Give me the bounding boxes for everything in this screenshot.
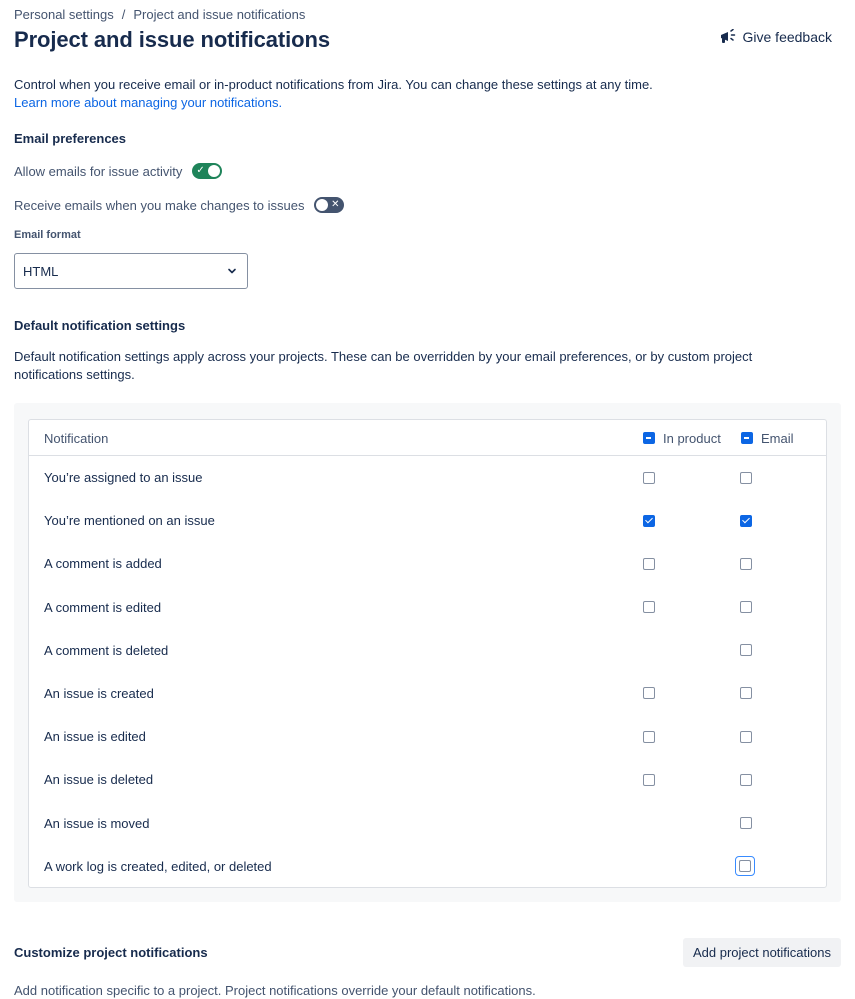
table-row: A work log is created, edited, or delete… bbox=[29, 845, 826, 888]
receive-own-emails-label: Receive emails when you make changes to … bbox=[14, 197, 305, 213]
email-format-select[interactable]: HTML bbox=[14, 253, 248, 289]
table-row: A comment is edited bbox=[29, 586, 826, 629]
in-product-cell bbox=[643, 715, 655, 758]
intro-text: Control when you receive email or in-pro… bbox=[14, 77, 653, 92]
table-row: A comment is added bbox=[29, 542, 826, 585]
notification-label: A comment is added bbox=[44, 556, 162, 572]
email-cell bbox=[740, 802, 752, 845]
email-cell bbox=[740, 629, 752, 672]
notification-label: A comment is deleted bbox=[44, 642, 169, 658]
check-icon: ✓ bbox=[196, 165, 205, 176]
default-notifications-description: Default notification settings apply acro… bbox=[14, 349, 753, 382]
notification-label: You’re assigned to an issue bbox=[44, 470, 203, 485]
email-checkbox[interactable] bbox=[740, 601, 752, 614]
email-cell bbox=[740, 456, 752, 499]
breadcrumb-current[interactable]: Project and issue notifications bbox=[133, 7, 305, 22]
email-cell bbox=[740, 758, 752, 801]
column-email: Email bbox=[741, 420, 794, 456]
notification-label: An issue is created bbox=[44, 685, 154, 701]
email-format-value: HTML bbox=[23, 263, 59, 279]
default-notifications-heading: Default notification settings bbox=[14, 318, 186, 333]
email-cell bbox=[740, 715, 752, 758]
allow-emails-toggle[interactable]: ✓ bbox=[192, 163, 223, 179]
table-row: An issue is deleted bbox=[29, 758, 826, 801]
notification-label: An issue is edited bbox=[44, 729, 146, 745]
page-title: Project and issue notifications bbox=[14, 27, 330, 52]
in-product-checkbox[interactable] bbox=[643, 730, 655, 743]
in-product-cell bbox=[643, 758, 655, 801]
intro: Control when you receive email or in-pro… bbox=[14, 76, 841, 112]
email-checkbox[interactable] bbox=[740, 773, 752, 786]
in-product-checkbox[interactable] bbox=[643, 601, 655, 614]
allow-emails-row: Allow emails for issue activity ✓ bbox=[14, 163, 223, 179]
cross-icon: ✕ bbox=[331, 199, 340, 210]
column-in-product-label: In product bbox=[663, 430, 721, 446]
toggle-knob bbox=[208, 165, 221, 177]
notification-label: An issue is deleted bbox=[44, 772, 154, 788]
receive-own-emails-toggle[interactable]: ✕ bbox=[314, 197, 345, 213]
notification-label: A work log is created, edited, or delete… bbox=[44, 858, 272, 874]
in-product-checkbox[interactable] bbox=[643, 514, 655, 527]
table-body: You’re assigned to an issue You’re mentio… bbox=[29, 456, 826, 888]
in-product-checkbox[interactable] bbox=[643, 687, 655, 700]
email-checkbox[interactable] bbox=[740, 644, 752, 657]
learn-more-link[interactable]: Learn more about managing your notificat… bbox=[14, 94, 841, 112]
focus-ring bbox=[735, 856, 755, 877]
notification-label: A comment is edited bbox=[44, 599, 162, 615]
email-checkbox[interactable] bbox=[740, 557, 752, 570]
table-row: You’re mentioned on an issue bbox=[29, 499, 826, 542]
breadcrumb-personal-settings[interactable]: Personal settings bbox=[14, 7, 114, 22]
customize-description: Add notification specific to a project. … bbox=[14, 983, 536, 998]
email-select-all-checkbox[interactable] bbox=[741, 432, 753, 444]
receive-own-emails-row: Receive emails when you make changes to … bbox=[14, 197, 345, 213]
chevron-down-icon bbox=[227, 264, 237, 279]
in-product-checkbox[interactable] bbox=[643, 471, 655, 484]
in-product-cell bbox=[643, 672, 655, 715]
in-product-select-all-checkbox[interactable] bbox=[643, 432, 655, 444]
email-checkbox[interactable] bbox=[740, 514, 752, 527]
table-row: An issue is created bbox=[29, 672, 826, 715]
allow-emails-label: Allow emails for issue activity bbox=[14, 163, 183, 179]
give-feedback-label: Give feedback bbox=[742, 29, 833, 45]
table-header: Notification In product Email bbox=[29, 420, 826, 456]
email-cell bbox=[740, 542, 752, 585]
customize-project-notifications-heading: Customize project notifications bbox=[14, 945, 208, 960]
notification-table-panel: Notification In product Email You’re ass… bbox=[14, 403, 841, 902]
notification-label: An issue is moved bbox=[44, 815, 150, 831]
email-cell bbox=[740, 499, 752, 542]
table-row: An issue is edited bbox=[29, 715, 826, 758]
notification-label: You’re mentioned on an issue bbox=[44, 513, 215, 529]
column-email-label: Email bbox=[761, 430, 794, 446]
give-feedback-button[interactable]: Give feedback bbox=[719, 29, 833, 45]
in-product-cell bbox=[643, 499, 655, 542]
email-cell bbox=[735, 845, 755, 888]
in-product-checkbox[interactable] bbox=[643, 557, 655, 570]
email-cell bbox=[740, 672, 752, 715]
in-product-cell bbox=[643, 456, 655, 499]
email-checkbox[interactable] bbox=[739, 860, 751, 873]
table-row: A comment is deleted bbox=[29, 629, 826, 672]
in-product-cell bbox=[643, 542, 655, 585]
in-product-cell bbox=[643, 586, 655, 629]
breadcrumb-separator: / bbox=[121, 7, 126, 22]
in-product-checkbox[interactable] bbox=[643, 773, 655, 786]
email-preferences-heading: Email preferences bbox=[14, 131, 127, 146]
table-row: You’re assigned to an issue bbox=[29, 456, 826, 499]
email-checkbox[interactable] bbox=[740, 817, 752, 829]
toggle-knob bbox=[316, 199, 329, 211]
column-notification: Notification bbox=[44, 430, 109, 446]
megaphone-icon bbox=[719, 29, 737, 45]
email-checkbox[interactable] bbox=[740, 730, 752, 743]
add-project-notifications-button[interactable]: Add project notifications bbox=[682, 938, 841, 967]
notification-table: Notification In product Email You’re ass… bbox=[28, 419, 827, 888]
email-format-label: Email format bbox=[14, 229, 81, 241]
breadcrumb: Personal settings / Project and issue noti… bbox=[14, 7, 305, 22]
column-in-product: In product bbox=[643, 420, 721, 456]
table-row: An issue is moved bbox=[29, 802, 826, 845]
email-checkbox[interactable] bbox=[740, 687, 752, 700]
email-cell bbox=[740, 586, 752, 629]
email-checkbox[interactable] bbox=[740, 471, 752, 484]
